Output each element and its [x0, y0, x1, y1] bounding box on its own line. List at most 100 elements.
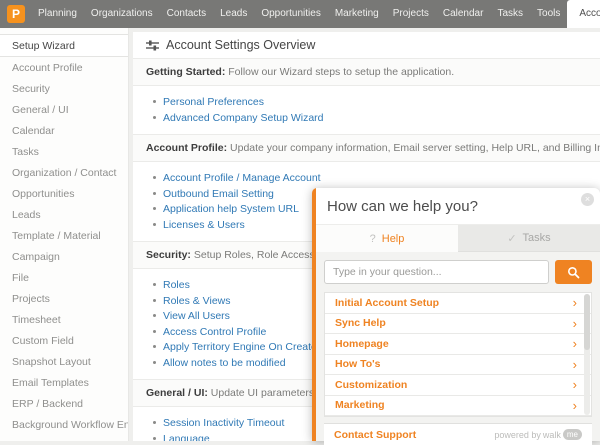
sidebar-item-timesheet[interactable]: Timesheet — [0, 309, 128, 330]
section-heading-getting-started: Getting Started: Follow our Wizard steps… — [133, 58, 600, 86]
link-licenses-users[interactable]: Licenses & Users — [163, 219, 245, 231]
nav-item-planning[interactable]: Planning — [31, 0, 84, 28]
nav-item-projects[interactable]: Projects — [386, 0, 436, 28]
topics-scrollbar-track — [584, 294, 590, 415]
tab-help[interactable]: ? Help — [316, 225, 458, 252]
nav-item-marketing[interactable]: Marketing — [328, 0, 386, 28]
section-heading-label: Security: — [146, 249, 194, 261]
powered-by: powered by walk me — [494, 429, 582, 440]
topic-how-to-s[interactable]: How To's › — [325, 355, 591, 375]
link-apply-territory-engine-on-create[interactable]: Apply Territory Engine On Create — [163, 341, 317, 353]
nav-item-tasks[interactable]: Tasks — [490, 0, 530, 28]
sidebar-item-calendar[interactable]: Calendar — [0, 120, 128, 141]
sidebar-item-file[interactable]: File — [0, 267, 128, 288]
sidebar-item-opportunities[interactable]: Opportunities — [0, 183, 128, 204]
topic-sync-help[interactable]: Sync Help › — [325, 314, 591, 334]
help-widget: How can we help you? × ? Help ✓ Tasks Initi… — [312, 188, 600, 445]
topic-homepage[interactable]: Homepage › — [325, 334, 591, 355]
link-personal-preferences[interactable]: Personal Preferences — [163, 96, 264, 108]
content-header: Account Settings Overview — [133, 32, 600, 59]
brand-badge: me — [562, 429, 582, 440]
sidebar-item-leads[interactable]: Leads — [0, 204, 128, 225]
settings-sidebar: Setup Wizard Account Profile Security Gener… — [0, 28, 129, 441]
topics-scrollbar-thumb[interactable] — [584, 294, 590, 350]
nav-item-tools[interactable]: Tools — [530, 0, 567, 28]
link-roles[interactable]: Roles — [163, 279, 190, 291]
link-advanced-company-setup-wizard[interactable]: Advanced Company Setup Wizard — [163, 112, 324, 124]
powered-by-text: powered by — [494, 429, 541, 440]
link-access-control-profile[interactable]: Access Control Profile — [163, 326, 266, 338]
section-heading-label: Getting Started: — [146, 66, 229, 78]
search-button[interactable] — [555, 260, 592, 284]
topic-customization[interactable]: Customization › — [325, 375, 591, 396]
section-links-getting-started: Personal Preferences Advanced Company Set… — [133, 94, 600, 125]
section-heading-label: General / UI: — [146, 387, 211, 399]
section-description: Follow our Wizard steps to setup the app… — [228, 66, 455, 78]
help-widget-footer: Contact Support powered by walk me — [324, 423, 592, 445]
sidebar-item-security[interactable]: Security — [0, 78, 128, 99]
nav-item-opportunities[interactable]: Opportunities — [254, 0, 327, 28]
sidebar-item-account-profile[interactable]: Account Profile — [0, 57, 128, 78]
sidebar-item-projects[interactable]: Projects — [0, 288, 128, 309]
link-outbound-email-setting[interactable]: Outbound Email Setting — [163, 188, 274, 200]
sidebar-item-template-material[interactable]: Template / Material — [0, 225, 128, 246]
section-heading-label: Account Profile: — [146, 142, 231, 154]
link-application-help-system-url[interactable]: Application help System URL — [163, 203, 299, 215]
sidebar-item-tasks[interactable]: Tasks — [0, 141, 128, 162]
nav-item-account[interactable]: Account — [567, 0, 600, 28]
search-icon — [567, 266, 580, 279]
link-view-all-users[interactable]: View All Users — [163, 310, 230, 322]
sidebar-item-email-templates[interactable]: Email Templates — [0, 372, 128, 393]
help-widget-header: How can we help you? × — [316, 188, 600, 224]
sidebar-item-campaign[interactable]: Campaign — [0, 246, 128, 267]
topic-label: Initial Account Setup — [335, 296, 440, 309]
help-search-input[interactable] — [324, 260, 549, 284]
chevron-right-icon: › — [572, 295, 577, 311]
sidebar-item-erp-backend[interactable]: ERP / Backend — [0, 393, 128, 414]
link-session-inactivity-timeout[interactable]: Session Inactivity Timeout — [163, 417, 284, 429]
help-search-row — [324, 260, 592, 284]
nav-item-calendar[interactable]: Calendar — [436, 0, 491, 28]
section-heading-account-profile: Account Profile: Update your company inf… — [133, 134, 600, 162]
nav-items: Planning Organizations Contacts Leads Opport… — [31, 0, 600, 28]
topic-marketing[interactable]: Marketing › — [325, 396, 591, 416]
topic-label: Sync Help — [335, 317, 386, 330]
app-logo: P — [7, 5, 25, 23]
sidebar-item-setup-wizard[interactable]: Setup Wizard — [0, 34, 128, 57]
sidebar-item-general-ui[interactable]: General / UI — [0, 99, 128, 120]
link-roles-views[interactable]: Roles & Views — [163, 295, 231, 307]
list-item: Personal Preferences — [153, 94, 600, 110]
topic-initial-account-setup[interactable]: Initial Account Setup › — [325, 293, 591, 314]
tab-label: Help — [381, 232, 405, 245]
top-nav: P Planning Organizations Contacts Leads Oppo… — [0, 0, 600, 28]
tasks-tab-icon: ✓ — [507, 232, 517, 245]
section-description: Update your company information, Email s… — [230, 142, 600, 154]
nav-item-organizations[interactable]: Organizations — [84, 0, 160, 28]
nav-item-leads[interactable]: Leads — [213, 0, 254, 28]
topic-label: Customization — [335, 378, 408, 391]
chevron-right-icon: › — [572, 397, 577, 413]
sidebar-item-snapshot-layout[interactable]: Snapshot Layout — [0, 351, 128, 372]
help-widget-tabs: ? Help ✓ Tasks — [316, 224, 600, 252]
link-allow-notes-to-be-modified[interactable]: Allow notes to be modified — [163, 357, 286, 369]
help-widget-title: How can we help you? — [327, 197, 478, 215]
topic-label: Marketing — [335, 399, 385, 412]
link-account-profile-manage-account[interactable]: Account Profile / Manage Account — [163, 172, 321, 184]
contact-support-link[interactable]: Contact Support — [334, 429, 416, 441]
nav-item-contacts[interactable]: Contacts — [160, 0, 213, 28]
sidebar-item-organization-contact[interactable]: Organization / Contact — [0, 162, 128, 183]
link-language[interactable]: Language — [163, 433, 210, 442]
chevron-right-icon: › — [572, 315, 577, 331]
list-item: Advanced Company Setup Wizard — [153, 110, 600, 126]
brand-text: walk — [542, 429, 561, 440]
tab-tasks[interactable]: ✓ Tasks — [458, 225, 600, 252]
sidebar-item-background-workflow-engine[interactable]: Background Workflow Engine — [0, 414, 128, 435]
chevron-right-icon: › — [572, 336, 577, 352]
sidebar-item-custom-field[interactable]: Custom Field — [0, 330, 128, 351]
tab-label: Tasks — [522, 232, 551, 244]
topic-label: Homepage — [335, 337, 389, 350]
chevron-right-icon: › — [572, 377, 577, 393]
help-topic-list: Initial Account Setup › Sync Help › Homepage… — [324, 292, 592, 417]
close-icon[interactable]: × — [581, 193, 594, 206]
list-item: Account Profile / Manage Account — [153, 170, 600, 186]
